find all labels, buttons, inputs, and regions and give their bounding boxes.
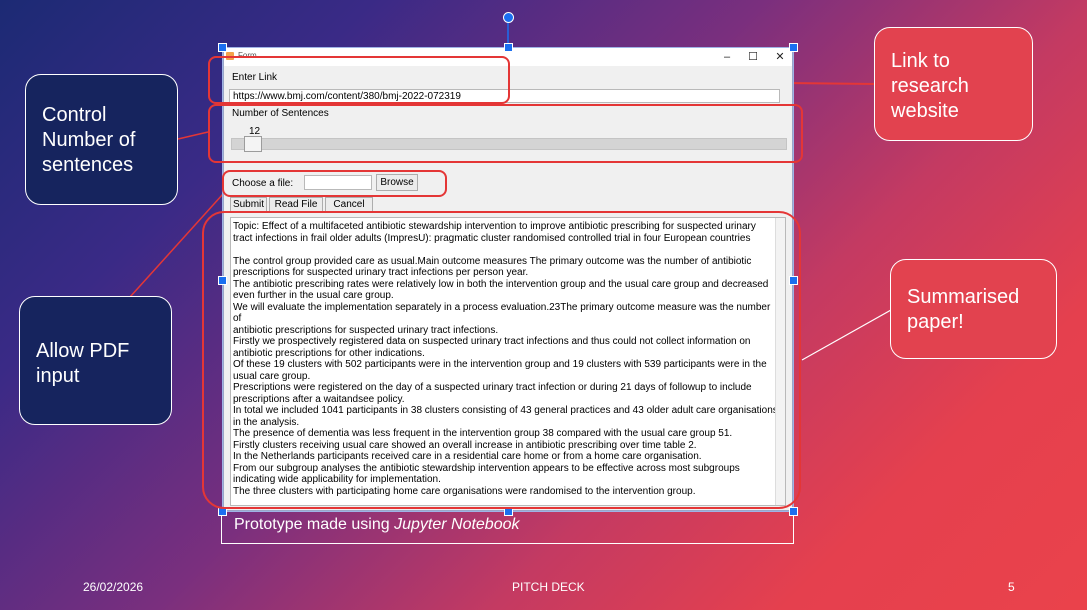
rotation-handle[interactable]	[503, 12, 514, 23]
highlight-summary	[202, 211, 801, 509]
footer-title: PITCH DECK	[512, 580, 585, 594]
resize-handle-br[interactable]	[789, 507, 798, 516]
highlight-sentences	[208, 104, 803, 163]
callout-summary: Summarised paper!	[890, 259, 1057, 359]
callout-link: Link to research website	[874, 27, 1033, 141]
callout-pdf: Allow PDF input	[19, 296, 172, 425]
resize-handle-tl[interactable]	[218, 43, 227, 52]
highlight-link	[208, 56, 510, 104]
caption-text: Prototype made using Jupyter Notebook	[234, 516, 520, 534]
caption-prefix: Prototype made using	[234, 516, 395, 533]
resize-handle-tm[interactable]	[504, 43, 513, 52]
caption-italic: Jupyter Notebook	[394, 516, 520, 533]
highlight-file	[222, 170, 447, 197]
footer-date: 26/02/2026	[83, 580, 144, 594]
resize-handle-tr[interactable]	[789, 43, 798, 52]
callout-control: Control Number of sentences	[25, 74, 178, 205]
footer-page-number: 5	[1008, 580, 1015, 594]
